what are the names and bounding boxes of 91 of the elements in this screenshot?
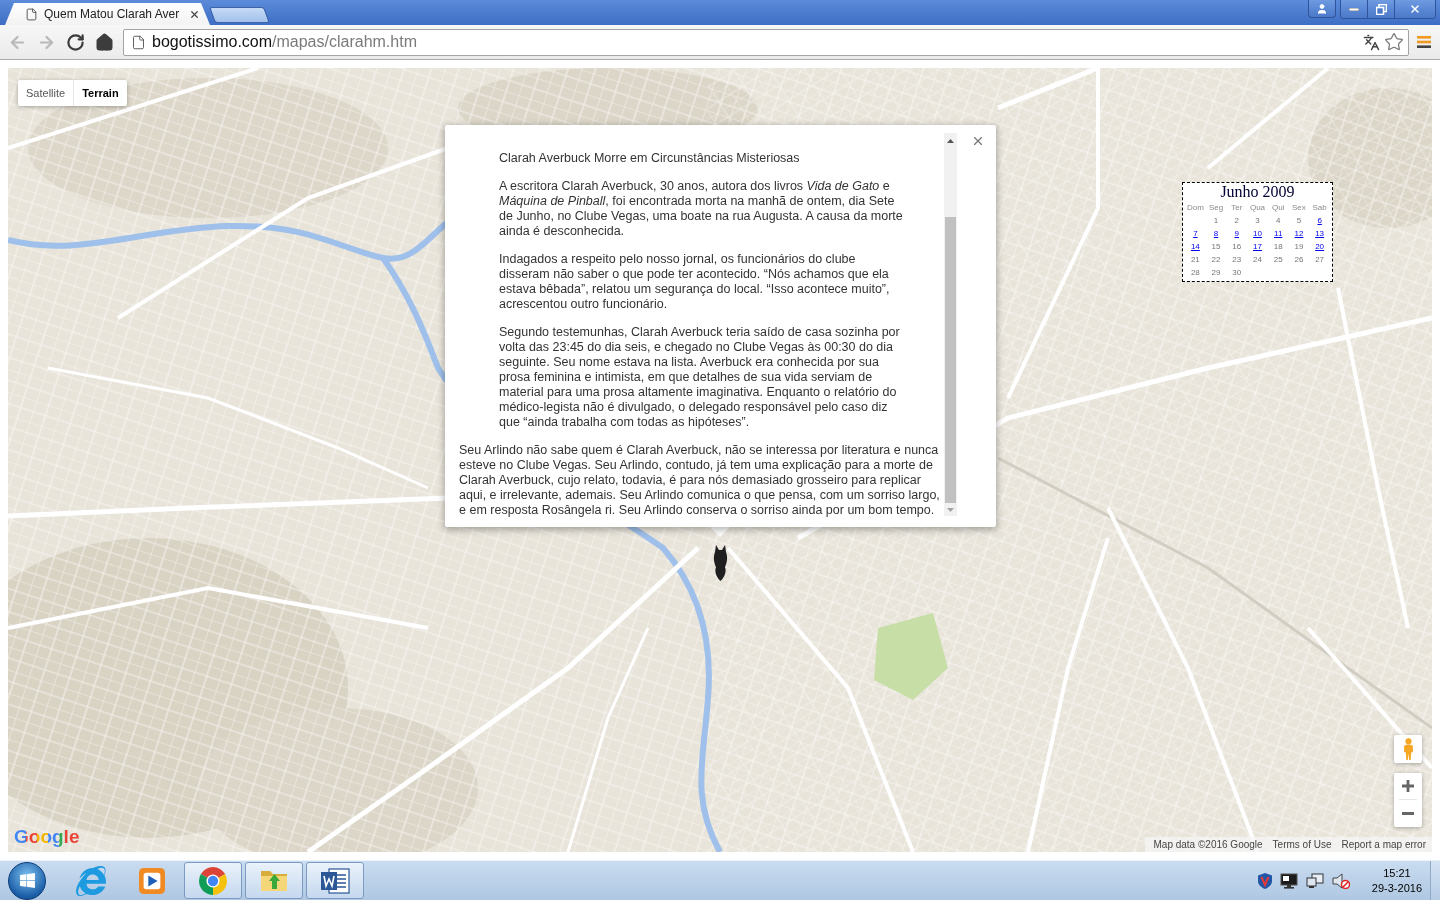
weekday-label: Qui: [1270, 202, 1286, 214]
calendar-day: 25: [1273, 253, 1283, 266]
weekday-label: Sex: [1291, 202, 1307, 214]
calendar-day-link[interactable]: 14: [1190, 240, 1200, 253]
clock-date[interactable]: 29-3-2016: [1371, 880, 1422, 896]
weekday-label: Seg: [1207, 202, 1225, 214]
calendar-day: 16: [1232, 240, 1242, 253]
calendar-day: 26: [1294, 253, 1304, 266]
two-screens-icon[interactable]: [1305, 872, 1324, 889]
pegman-icon: [1402, 738, 1414, 760]
scroll-up-icon[interactable]: [947, 139, 954, 143]
speaker-icon[interactable]: [1331, 872, 1350, 889]
calendar-day-link[interactable]: 20: [1315, 240, 1325, 253]
letter-e-icon: [76, 865, 106, 896]
calendar-day: 4: [1275, 214, 1281, 227]
monitor-icon[interactable]: [1279, 872, 1298, 889]
browser-tab[interactable]: Quem Matou Clarah Aver: [5, 3, 210, 25]
calendar-day: 21: [1190, 253, 1200, 266]
calendar-day: 1: [1213, 214, 1219, 227]
page-icon: [131, 33, 146, 51]
close-icon: [1409, 3, 1421, 15]
minimize-button[interactable]: [1341, 0, 1368, 18]
folder-icon: [260, 869, 288, 892]
play-icon: [139, 867, 165, 894]
calendar-day: 28: [1190, 266, 1200, 279]
translate-icon[interactable]: [1363, 33, 1380, 51]
taskbar-app-button[interactable]: [306, 862, 364, 899]
calendar-day-link[interactable]: 11: [1274, 227, 1283, 240]
tab-title: Quem Matou Clarah Aver: [44, 6, 180, 22]
weekday-label: Dom: [1185, 202, 1205, 214]
calendar-day: 24: [1253, 253, 1262, 266]
weekday-label: Qua: [1248, 202, 1267, 214]
calendar-day: 5: [1296, 214, 1302, 227]
map-data-text: Map data ©2016 Google: [1153, 838, 1263, 852]
map-type-tab[interactable]: Terrain: [73, 80, 127, 106]
calendar-day: 2: [1234, 214, 1239, 227]
calendar-day: 30: [1232, 266, 1242, 279]
attribution-link[interactable]: Report a map error: [1341, 837, 1426, 852]
article-paragraph: Segundo testemunhas, Clarah Averbuck teria saído de casa sozinha por volta das 23:45 do dia seis, e chegado no Clube Vegas às 00:30 do dia seguinte. Seu nome estava na lista. Averbuck era conhecida por sua prosa feminina e intimista, em que detalhes de sua vida serviam de material para uma prosa altamente imaginativa. Enquanto o relatório do médico-legista não é divulgado, o delegado responsável pelo caso diz que “ainda trabalha com todas as hipóteses”.: [499, 325, 901, 430]
calendar-day-link[interactable]: 17: [1253, 240, 1262, 253]
taskbar-app-button[interactable]: [184, 862, 242, 899]
new-tab-button[interactable]: [209, 7, 270, 23]
window-panes-icon: [18, 872, 36, 889]
calendar-day-link[interactable]: 13: [1315, 227, 1325, 240]
cat-marker-icon[interactable]: [712, 545, 729, 581]
minimize-icon: [1349, 7, 1359, 11]
wheel-logo-icon: [199, 866, 227, 895]
scrollbar-track[interactable]: [944, 133, 957, 516]
plus-icon: [1402, 780, 1414, 792]
calendar-day: 29: [1211, 266, 1221, 279]
calendar-day-link[interactable]: 8: [1213, 227, 1219, 240]
calendar-title: Junho 2009: [1219, 183, 1296, 201]
person-icon: [1316, 2, 1328, 15]
close-tab-icon[interactable]: [189, 8, 200, 20]
map-type-tab[interactable]: Satellite: [18, 80, 74, 106]
document-icon: [320, 866, 350, 895]
address-bar[interactable]: bogotissimo.com/mapas/clarahm.htm: [123, 28, 1409, 56]
start-button[interactable]: [8, 861, 46, 900]
calendar-day: 27: [1315, 253, 1325, 266]
weekday-label: Sab: [1311, 202, 1328, 214]
clock-time[interactable]: 15:21: [1383, 865, 1411, 881]
close-icon: [971, 134, 985, 148]
scrollbar-thumb[interactable]: [945, 217, 956, 503]
close-button[interactable]: [971, 134, 985, 148]
calendar-day-link[interactable]: 6: [1317, 214, 1322, 227]
restore-icon: [1375, 3, 1387, 15]
calendar-day-link[interactable]: 12: [1294, 227, 1304, 240]
calendar-day-link[interactable]: 9: [1234, 227, 1239, 240]
article-headline: Clarah Averbuck Morre em Circunstâncias Misteriosas: [499, 151, 801, 166]
restore-button[interactable]: [1368, 0, 1395, 18]
calendar-day: 15: [1211, 240, 1221, 253]
home-icon: [95, 32, 114, 52]
reload-icon: [66, 32, 85, 52]
calendar-day: 22: [1211, 253, 1221, 266]
calendar-day-link[interactable]: 10: [1253, 227, 1262, 240]
story-paragraph: Seu Arlindo não sabe quem é Clarah Averbuck, não se interessa por literatura e nunca esteve no Clube Vegas. Seu Arlindo, contudo, já tem uma explicação para a morte de Clarah Averbuck, cujo relato, todavia, é para nós demasiado grosseiro para replicar aqui, e irrelevante, ademais. Seu Arlindo comunica o que pensa, com um sorriso largo, e em resposta Rosângela ri. Seu Arlindo conserva o sorriso ainda por um bom tempo.: [459, 443, 941, 518]
article-paragraph: A escritora Clarah Averbuck, 30 anos, autora dos livros Vida de Gato e Máquina de Pinball, foi encontrada morta na manhã de ontem, dia Sete de Junho, no Clube Vegas, uma boate na rua Augusta. A causa da morte ainda é desconhecida.: [499, 179, 904, 239]
calendar-day: 3: [1255, 214, 1260, 227]
address-text: bogotissimo.com/mapas/clarahm.htm: [152, 32, 417, 52]
calendar-day: 19: [1294, 240, 1304, 253]
weekday-label: Ter: [1230, 202, 1244, 214]
calendar-day-link[interactable]: 7: [1193, 227, 1198, 240]
page-icon: [25, 7, 38, 21]
shield-icon[interactable]: [1257, 872, 1272, 889]
star-icon[interactable]: [1384, 32, 1404, 52]
attribution-link[interactable]: Terms of Use: [1272, 837, 1332, 852]
article-paragraph: Indagados a respeito pelo nosso jornal, os funcionários do clube disseram não saber o que pode ter acontecido. “Nós achamos que ela estava bêbada”, relatou um segurança do local. “Isso acontece muito”, acrescentou outro funcionário.: [499, 252, 891, 312]
minus-icon: [1402, 812, 1414, 815]
profile-button[interactable]: [1308, 0, 1336, 18]
calendar-day: 18: [1273, 240, 1283, 253]
calendar-day: 23: [1232, 253, 1242, 266]
